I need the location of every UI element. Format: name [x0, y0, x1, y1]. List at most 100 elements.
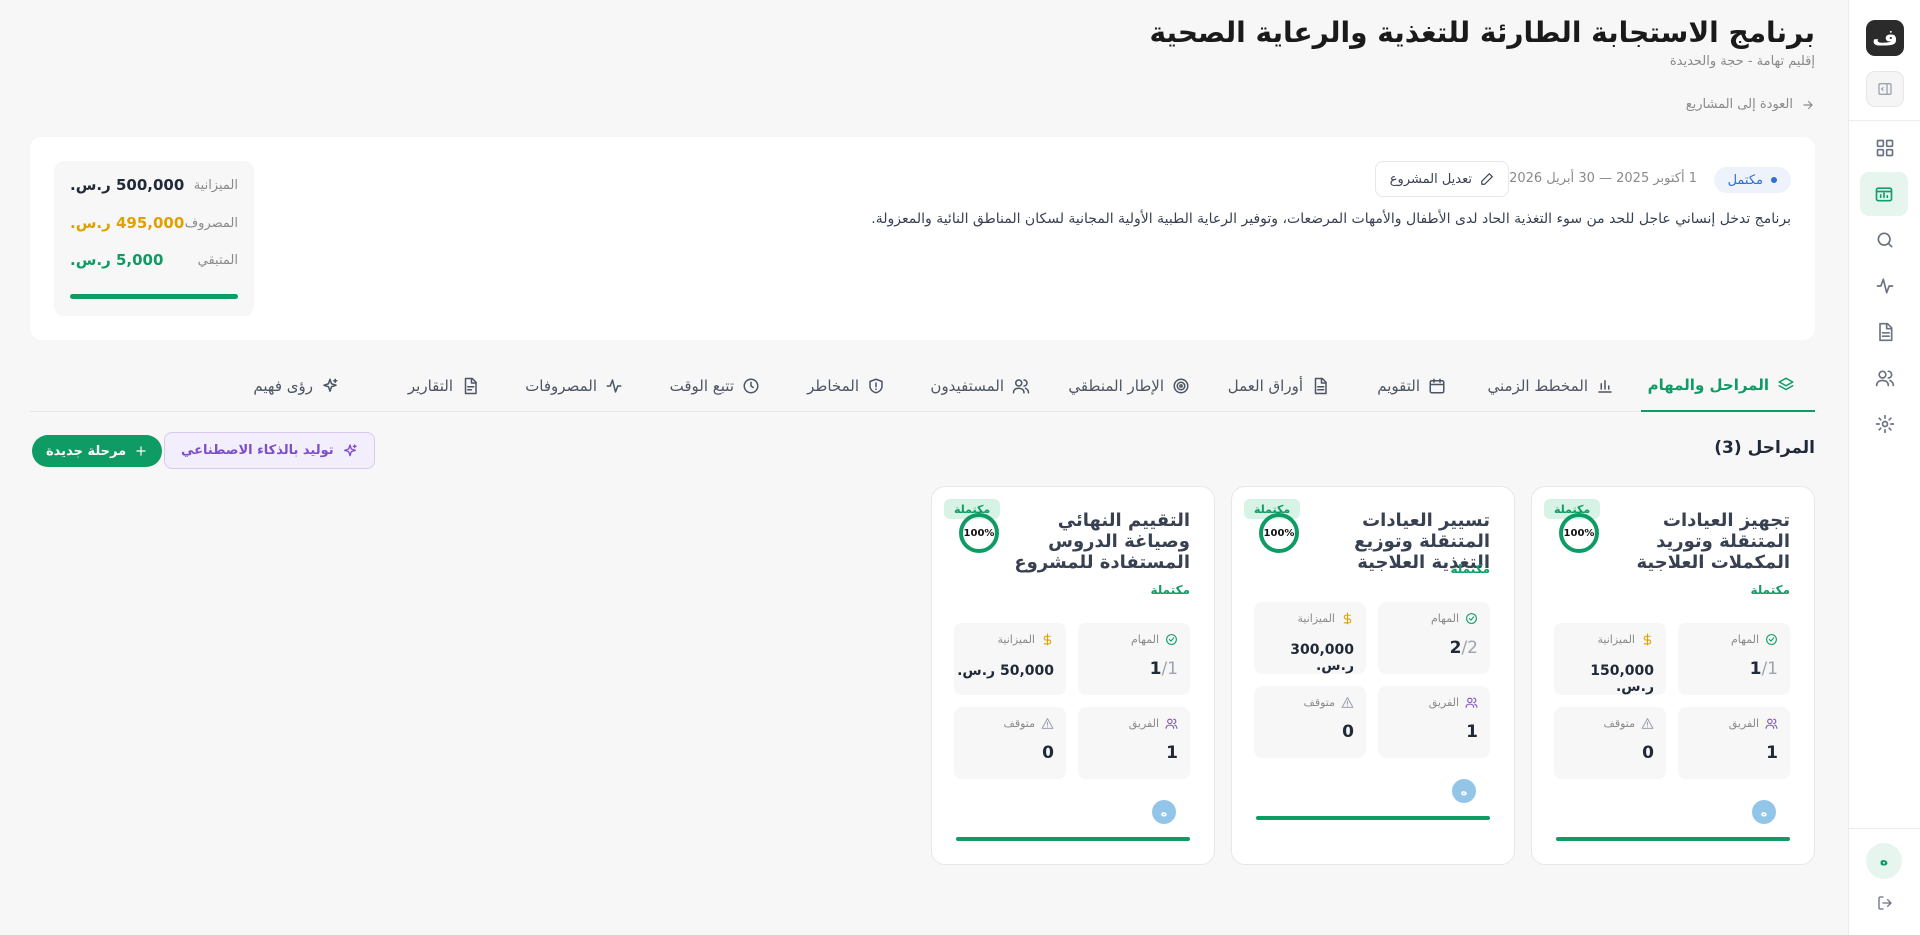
- warning-icon: [1041, 717, 1054, 730]
- stopped-stat-label: متوقف: [1603, 717, 1654, 730]
- user-avatar[interactable]: ه: [1866, 843, 1902, 879]
- tab-expenses[interactable]: المصروفات: [525, 360, 623, 412]
- back-label: العودة إلى المشاريع: [1685, 97, 1793, 112]
- logout-button[interactable]: [1866, 885, 1904, 921]
- check-circle-icon: [1465, 612, 1478, 625]
- phase-card[interactable]: التقييم النهائي وصياغة الدروس المستفادة …: [931, 486, 1215, 865]
- sidebar-item-documents[interactable]: [1866, 314, 1904, 350]
- tab-label: التقويم: [1377, 377, 1420, 395]
- remaining-label: المتبقي: [197, 252, 238, 268]
- sidebar-item-projects[interactable]: [1860, 172, 1908, 216]
- stopped-stat-value: 0: [1642, 743, 1654, 763]
- team-stat-value: 1: [1166, 743, 1178, 763]
- budget-stat-value: 150,000 ر.س.: [1590, 663, 1654, 695]
- stopped-stat-value: 0: [1342, 722, 1354, 742]
- settings-icon: [1875, 414, 1895, 434]
- team-stat: الفريق 1: [1678, 707, 1790, 779]
- team-avatar[interactable]: ه: [1452, 779, 1476, 803]
- tab-phases[interactable]: المراحل والمهام: [1641, 360, 1815, 412]
- tab-label: المخاطر: [807, 377, 859, 395]
- budget-stat: الميزانية 300,000 ر.س.: [1254, 602, 1366, 674]
- phase-progress-bar: [956, 837, 1190, 841]
- tab-logframe[interactable]: الإطار المنطقي: [1068, 360, 1190, 412]
- tab-label: المراحل والمهام: [1647, 376, 1769, 394]
- layers-icon: [1777, 376, 1795, 394]
- tasks-stat-value: 1/1: [1149, 659, 1178, 679]
- team-avatar[interactable]: ه: [1752, 800, 1776, 824]
- new-phase-label: مرحلة جديدة: [46, 443, 127, 459]
- search-icon: [1875, 230, 1895, 250]
- sidebar-item-users[interactable]: [1866, 360, 1904, 396]
- project-dates: 1 أكتوبر 2025 — 30 أبريل 2026: [1509, 171, 1697, 186]
- team-avatar[interactable]: ه: [1152, 800, 1176, 824]
- budget-summary: الميزانية 500,000 ر.س. المصروف 495,000 ر…: [54, 161, 254, 316]
- tab-beneficiaries[interactable]: المستفيدون: [930, 360, 1030, 412]
- progress-ring: 100%: [1258, 512, 1300, 554]
- tab-timeline[interactable]: المخطط الزمني: [1488, 360, 1614, 412]
- stopped-stat-value: 0: [1042, 743, 1054, 763]
- tab-calendar[interactable]: التقويم: [1377, 360, 1446, 412]
- team-stat-label: الفريق: [1729, 717, 1778, 730]
- dollar-icon: [1341, 612, 1354, 625]
- status-badge: مكتمل: [1713, 167, 1791, 193]
- tasks-stat-label: المهام: [1131, 633, 1178, 646]
- budget-label: الميزانية: [193, 177, 238, 193]
- new-phase-button[interactable]: مرحلة جديدة: [32, 435, 163, 467]
- spent-row: المصروف 495,000 ر.س.: [70, 214, 238, 232]
- budget-row: الميزانية 500,000 ر.س.: [70, 176, 238, 194]
- budget-stat-label: الميزانية: [1298, 612, 1355, 625]
- phase-card[interactable]: تسيير العيادات المتنقلة وتوزيع التغذية ا…: [1231, 486, 1515, 865]
- dashboard-icon: [1875, 138, 1895, 158]
- sidebar-item-activity[interactable]: [1866, 268, 1904, 304]
- logout-icon: [1877, 895, 1893, 911]
- clock-icon: [742, 377, 760, 395]
- budget-stat-value: 300,000 ر.س.: [1290, 642, 1354, 674]
- tab-reports[interactable]: التقارير: [408, 360, 479, 412]
- activity-icon: [1875, 276, 1895, 296]
- tab-label: التقارير: [407, 377, 453, 395]
- tab-label: رؤى فهيم: [253, 377, 313, 395]
- back-to-projects-link[interactable]: العودة إلى المشاريع: [1686, 97, 1815, 112]
- tab-label: المستفيدون: [930, 377, 1004, 395]
- stopped-stat: متوقف 0: [1554, 707, 1666, 779]
- budget-stat: الميزانية 150,000 ر.س.: [1554, 623, 1666, 695]
- tab-label: تتبع الوقت: [669, 377, 734, 395]
- sidebar-item-settings[interactable]: [1866, 406, 1904, 442]
- plus-icon: [134, 444, 148, 458]
- tasks-stat-label: المهام: [1731, 633, 1778, 646]
- check-circle-icon: [1165, 633, 1178, 646]
- warning-icon: [1341, 696, 1354, 709]
- dollar-icon: [1641, 633, 1654, 646]
- remaining-value: 5,000 ر.س.: [70, 251, 164, 269]
- users-icon: [1165, 717, 1178, 730]
- app-logo[interactable]: ف: [1866, 20, 1904, 56]
- phase-status-text: مكتملة: [1450, 562, 1490, 576]
- edit-project-button[interactable]: تعديل المشروع: [1374, 161, 1509, 197]
- sidebar-item-search[interactable]: [1866, 222, 1904, 258]
- phase-card[interactable]: تجهيز العيادات المتنقلة وتوريد المكملات …: [1531, 486, 1815, 865]
- phase-progress-bar: [1256, 816, 1490, 820]
- team-stat-value: 1: [1766, 743, 1778, 763]
- phase-title: تجهيز العيادات المتنقلة وتوريد المكملات …: [1636, 510, 1790, 573]
- project-description: برنامج تدخل إنساني عاجل للحد من سوء التغ…: [871, 211, 1791, 227]
- tab-insights[interactable]: رؤى فهيم: [253, 360, 339, 412]
- sidebar-item-dashboard[interactable]: [1866, 130, 1904, 166]
- ai-generate-button[interactable]: توليد بالذكاء الاصطناعي: [164, 432, 375, 469]
- team-stat-value: 1: [1466, 722, 1478, 742]
- pencil-icon: [1480, 172, 1494, 186]
- tab-time-tracking[interactable]: تتبع الوقت: [670, 360, 760, 412]
- tab-worksheets[interactable]: أوراق العمل: [1228, 360, 1329, 412]
- sidebar-toggle-button[interactable]: [1866, 71, 1904, 107]
- tab-risks[interactable]: المخاطر: [807, 360, 885, 412]
- phases-heading: المراحل (3): [1714, 438, 1815, 458]
- budget-stat-label: الميزانية: [998, 633, 1055, 646]
- shield-icon: [867, 377, 885, 395]
- tasks-stat: المهام 1/1: [1078, 623, 1190, 695]
- project-location: إقليم تهامة - حجة والحديدة: [1669, 54, 1815, 69]
- phase-progress-bar: [1556, 837, 1790, 841]
- status-label: مكتمل: [1727, 172, 1763, 188]
- spent-label: المصروف: [184, 215, 238, 231]
- ai-generate-label: توليد بالذكاء الاصطناعي: [181, 443, 334, 458]
- page-title: برنامج الاستجابة الطارئة للتغذية والرعاي…: [1149, 16, 1815, 49]
- tasks-stat-value: 1/1: [1749, 659, 1778, 679]
